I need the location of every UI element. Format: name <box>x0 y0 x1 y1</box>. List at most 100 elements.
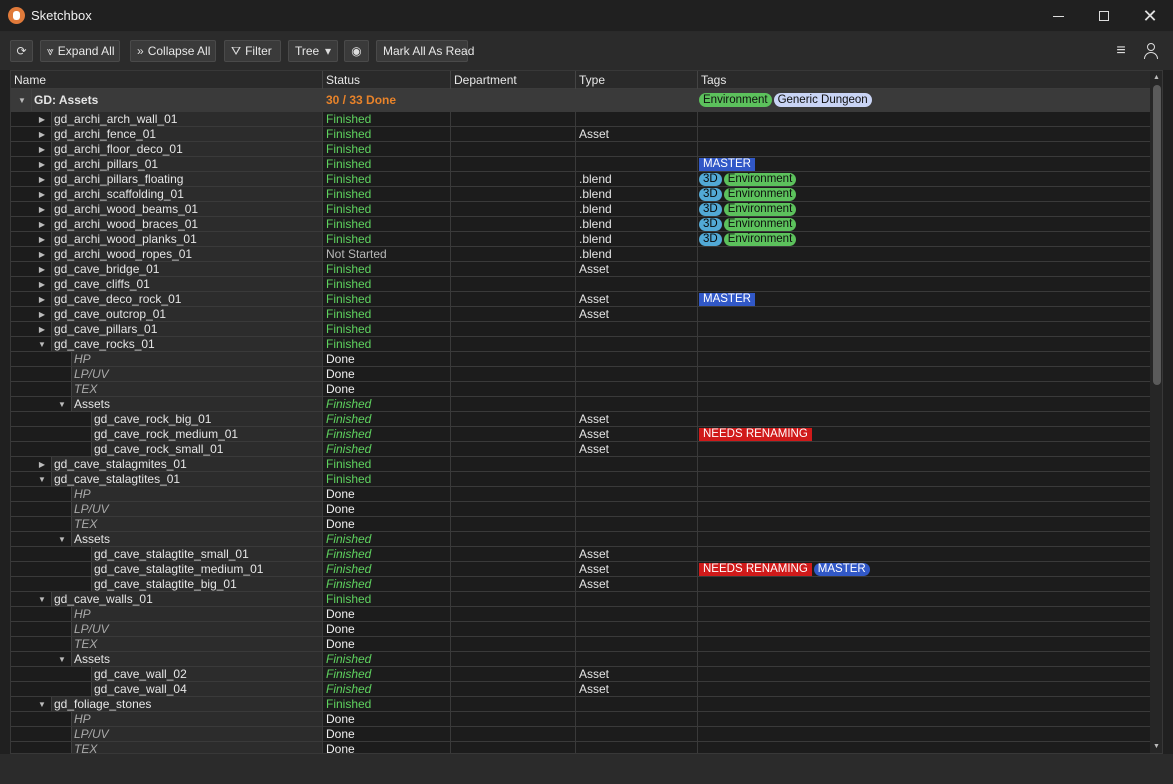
column-header-tags[interactable]: Tags <box>698 71 1150 89</box>
tree-row[interactable]: gd_cave_rock_big_01 Finished Asset <box>11 412 1150 427</box>
expand-arrow-icon[interactable]: ▶ <box>36 292 48 307</box>
collapse-arrow-icon[interactable]: ▼ <box>16 89 28 112</box>
expand-arrow-icon[interactable]: ▶ <box>36 247 48 262</box>
tree-row[interactable]: TEX Done <box>11 517 1150 532</box>
tree-row[interactable]: HP Done <box>11 487 1150 502</box>
tree-row[interactable]: ▶ gd_cave_pillars_01 Finished <box>11 322 1150 337</box>
tree-row[interactable]: TEX Done <box>11 742 1150 753</box>
tag-badge[interactable]: 3D <box>699 218 722 231</box>
close-button[interactable]: ✕ <box>1127 0 1173 32</box>
column-header-name[interactable]: Name <box>11 71 323 89</box>
tree-row[interactable]: ▼ Assets Finished <box>11 532 1150 547</box>
scroll-down-arrow-icon[interactable]: ▼ <box>1150 740 1162 753</box>
collapse-arrow-icon[interactable]: ▼ <box>56 652 68 667</box>
collapse-arrow-icon[interactable]: ▼ <box>56 532 68 547</box>
tree-row[interactable]: gd_cave_stalagtite_big_01 Finished Asset <box>11 577 1150 592</box>
tree-row[interactable]: HP Done <box>11 607 1150 622</box>
maximize-button[interactable] <box>1081 0 1127 32</box>
tag-badge[interactable]: Environment <box>723 203 797 216</box>
tag-badge[interactable]: MASTER <box>699 293 755 306</box>
tree-row[interactable]: ▶ gd_cave_deco_rock_01 Finished Asset MASTER <box>11 292 1150 307</box>
tree-row[interactable]: ▶ gd_archi_scaffolding_01 Finished .blend 3D… <box>11 187 1150 202</box>
tree-row[interactable]: ▶ gd_archi_wood_braces_01 Finished .blend 3D… <box>11 217 1150 232</box>
tree-row[interactable]: HP Done <box>11 712 1150 727</box>
tree-row[interactable]: ▼ gd_foliage_stones Finished <box>11 697 1150 712</box>
tree-row[interactable]: gd_cave_stalagtite_medium_01 Finished Asse… <box>11 562 1150 577</box>
view-mode-select[interactable]: Tree ▾ <box>288 40 338 62</box>
tree-row[interactable]: ▼ gd_cave_rocks_01 Finished <box>11 337 1150 352</box>
expand-arrow-icon[interactable]: ▶ <box>36 262 48 277</box>
collapse-arrow-icon[interactable]: ▼ <box>56 397 68 412</box>
scrollbar-thumb[interactable] <box>1153 85 1161 385</box>
expand-arrow-icon[interactable]: ▶ <box>36 322 48 337</box>
expand-arrow-icon[interactable]: ▶ <box>36 217 48 232</box>
tree-row[interactable]: ▶ gd_archi_pillars_floating Finished .blend… <box>11 172 1150 187</box>
expand-arrow-icon[interactable]: ▶ <box>36 172 48 187</box>
tree-row[interactable]: ▶ gd_archi_wood_planks_01 Finished .blend 3D… <box>11 232 1150 247</box>
tag-badge[interactable]: Generic Dungeon <box>773 93 872 107</box>
tree-row[interactable]: ▶ gd_cave_bridge_01 Finished Asset <box>11 262 1150 277</box>
refresh-button[interactable]: ⟳ <box>10 40 33 62</box>
tree-row[interactable]: ▶ gd_archi_fence_01 Finished Asset <box>11 127 1150 142</box>
tag-badge[interactable]: Environment <box>723 173 797 186</box>
tag-badge[interactable]: MASTER <box>813 563 870 576</box>
tree-row[interactable]: gd_cave_rock_medium_01 Finished Asset NEEDS… <box>11 427 1150 442</box>
tree-row[interactable]: LP/UV Done <box>11 622 1150 637</box>
expand-arrow-icon[interactable]: ▶ <box>36 457 48 472</box>
expand-arrow-icon[interactable]: ▶ <box>36 157 48 172</box>
tree-row[interactable]: gd_cave_wall_02 Finished Asset <box>11 667 1150 682</box>
tag-badge[interactable]: MASTER <box>699 158 755 171</box>
collapse-arrow-icon[interactable]: ▼ <box>36 697 48 712</box>
tree-row[interactable]: ▼ Assets Finished <box>11 397 1150 412</box>
visibility-toggle-button[interactable]: ◉ <box>344 40 369 62</box>
tree-row[interactable]: ▶ gd_cave_outcrop_01 Finished Asset <box>11 307 1150 322</box>
tag-badge[interactable]: 3D <box>699 203 722 216</box>
expand-arrow-icon[interactable]: ▶ <box>36 112 48 127</box>
tree-row[interactable]: LP/UV Done <box>11 367 1150 382</box>
tag-badge[interactable]: 3D <box>699 173 722 186</box>
tree-row[interactable]: ▶ gd_cave_cliffs_01 Finished <box>11 277 1150 292</box>
expand-arrow-icon[interactable]: ▶ <box>36 127 48 142</box>
scroll-up-arrow-icon[interactable]: ▲ <box>1150 71 1162 84</box>
expand-arrow-icon[interactable]: ▶ <box>36 187 48 202</box>
expand-all-button[interactable]: ⩔ Expand All <box>40 40 120 62</box>
menu-button[interactable]: ≡ <box>1110 41 1132 61</box>
tree-row[interactable]: ▶ gd_archi_pillars_01 Finished MASTER <box>11 157 1150 172</box>
minimize-button[interactable] <box>1035 0 1081 32</box>
expand-arrow-icon[interactable]: ▶ <box>36 202 48 217</box>
tree-row[interactable]: gd_cave_wall_04 Finished Asset <box>11 682 1150 697</box>
tree-row[interactable]: ▶ gd_archi_wood_beams_01 Finished .blend 3D E… <box>11 202 1150 217</box>
tag-badge[interactable]: 3D <box>699 233 722 246</box>
tag-badge[interactable]: Environment <box>699 93 772 107</box>
tag-badge[interactable]: Environment <box>723 188 797 201</box>
collapse-arrow-icon[interactable]: ▼ <box>36 472 48 487</box>
filter-button[interactable]: ⛛ Filter <box>224 40 281 62</box>
tree-row[interactable]: ▶ gd_archi_wood_ropes_01 Not Started .blend <box>11 247 1150 262</box>
collapse-arrow-icon[interactable]: ▼ <box>36 592 48 607</box>
tag-badge[interactable]: 3D <box>699 188 722 201</box>
tree-row[interactable]: ▶ gd_cave_stalagmites_01 Finished <box>11 457 1150 472</box>
tag-badge[interactable]: Environment <box>723 218 797 231</box>
tag-badge[interactable]: NEEDS RENAMING <box>699 563 812 576</box>
tree-row[interactable]: HP Done <box>11 352 1150 367</box>
expand-arrow-icon[interactable]: ▶ <box>36 142 48 157</box>
tree-row[interactable]: ▼ gd_cave_stalagtites_01 Finished <box>11 472 1150 487</box>
collapse-arrow-icon[interactable]: ▼ <box>36 337 48 352</box>
expand-arrow-icon[interactable]: ▶ <box>36 277 48 292</box>
column-header-department[interactable]: Department <box>451 71 576 89</box>
tree-row[interactable]: ▶ gd_archi_arch_wall_01 Finished <box>11 112 1150 127</box>
collapse-all-button[interactable]: » Collapse All <box>130 40 216 62</box>
column-header-type[interactable]: Type <box>576 71 698 89</box>
tag-badge[interactable]: NEEDS RENAMING <box>699 428 812 441</box>
tag-badge[interactable]: Environment <box>723 233 797 246</box>
user-button[interactable] <box>1140 41 1162 61</box>
tree-row[interactable]: gd_cave_stalagtite_small_01 Finished Asset <box>11 547 1150 562</box>
tree-row[interactable]: ▼ gd_cave_walls_01 Finished <box>11 592 1150 607</box>
tree-row[interactable]: ▼ Assets Finished <box>11 652 1150 667</box>
column-header-status[interactable]: Status <box>323 71 451 89</box>
tree-row[interactable]: LP/UV Done <box>11 502 1150 517</box>
vertical-scrollbar[interactable]: ▲ ▼ <box>1150 71 1162 753</box>
tree-row[interactable]: LP/UV Done <box>11 727 1150 742</box>
tree-root-row[interactable]: ▼ GD: Assets 30 / 33 Done Environment Generi… <box>11 89 1150 112</box>
expand-arrow-icon[interactable]: ▶ <box>36 307 48 322</box>
